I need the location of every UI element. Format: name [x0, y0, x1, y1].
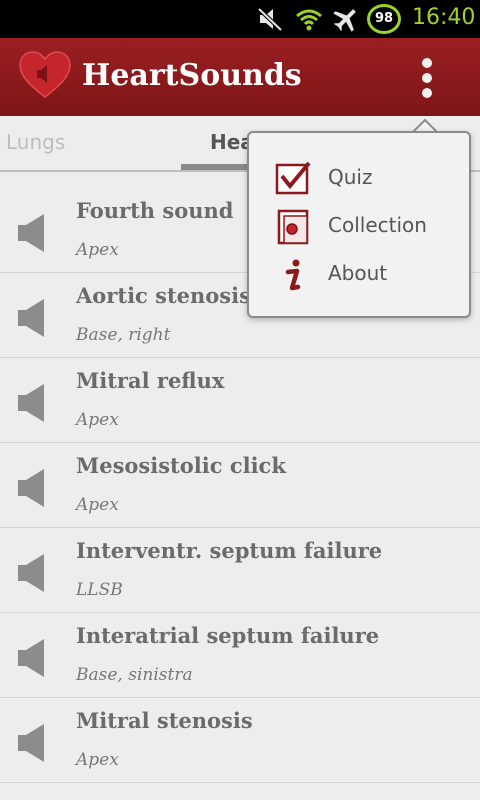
dot: [422, 73, 432, 83]
sound-location: Apex: [76, 495, 119, 515]
wifi-icon: [296, 9, 322, 31]
action-bar: HeartSounds: [0, 38, 480, 116]
sound-location: Base, sinistra: [76, 665, 193, 685]
speaker-icon[interactable]: [16, 212, 46, 254]
sound-title: Mitral stenosis: [76, 708, 253, 733]
speaker-icon[interactable]: [16, 637, 46, 679]
menu-item-quiz[interactable]: Quiz: [249, 155, 471, 203]
status-bar: 98 16:40: [0, 0, 480, 38]
list-item[interactable]: Interventr. septum failure LLSB: [0, 528, 480, 613]
overflow-popup-menu: Quiz Collection About: [247, 131, 471, 318]
battery-level: 98: [374, 11, 394, 26]
list-item[interactable]: Mitral stenosis Apex: [0, 698, 480, 783]
info-icon: [285, 259, 301, 291]
list-item[interactable]: Mesosistolic click Apex: [0, 443, 480, 528]
sound-location: Apex: [76, 240, 119, 260]
clock: 16:40: [412, 5, 476, 30]
sound-location: Apex: [76, 410, 119, 430]
dot: [422, 88, 432, 98]
app-title: HeartSounds: [82, 58, 302, 93]
sound-title: Interventr. septum failure: [76, 538, 383, 563]
cabinet-icon: [277, 209, 309, 245]
mute-icon: [257, 7, 283, 32]
sound-title: Interatrial septum failure: [76, 623, 380, 648]
airplane-icon: [333, 9, 356, 32]
menu-item-label: About: [328, 261, 388, 285]
sound-title: Fourth sound: [76, 198, 234, 223]
speaker-icon[interactable]: [16, 382, 46, 424]
checkbox-icon: [275, 161, 311, 195]
sound-title: Mitral reflux: [76, 368, 225, 393]
speaker-icon[interactable]: [16, 552, 46, 594]
speaker-icon[interactable]: [16, 297, 46, 339]
tab-lungs[interactable]: Lungs: [6, 130, 65, 154]
speaker-icon[interactable]: [16, 722, 46, 764]
overflow-menu-button[interactable]: [412, 56, 442, 100]
dot: [422, 58, 432, 68]
sound-location: Base, right: [76, 325, 171, 345]
sound-title: Mesosistolic click: [76, 453, 286, 478]
sound-location: Apex: [76, 750, 119, 770]
sound-title: Aortic stenosis: [76, 283, 251, 308]
list-item[interactable]: Mitral reflux Apex: [0, 358, 480, 443]
menu-item-label: Collection: [328, 213, 427, 237]
menu-item-about[interactable]: About: [249, 251, 471, 299]
sound-location: LLSB: [76, 580, 123, 600]
speaker-icon[interactable]: [16, 467, 46, 509]
menu-item-collection[interactable]: Collection: [249, 203, 471, 251]
battery-icon: 98: [367, 4, 401, 34]
heart-speaker-icon[interactable]: [18, 50, 72, 100]
list-item[interactable]: Interatrial septum failure Base, sinistr…: [0, 613, 480, 698]
menu-item-label: Quiz: [328, 165, 373, 189]
